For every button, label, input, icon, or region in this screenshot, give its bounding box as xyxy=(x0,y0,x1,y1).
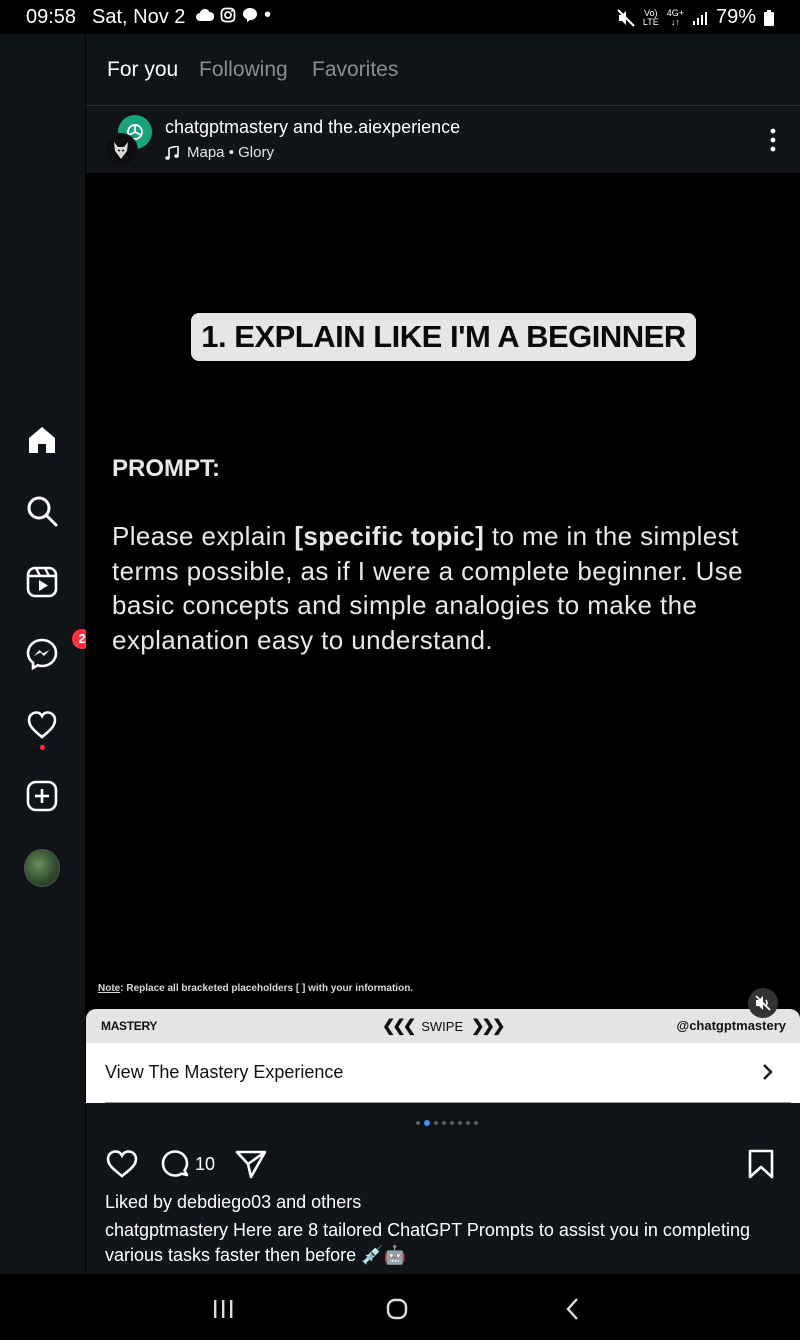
swipe-right-arrows-icon: ❯❯❯ xyxy=(471,1018,505,1035)
search-icon xyxy=(27,496,58,527)
liked-by[interactable]: Liked by debdiego03 and others xyxy=(105,1192,361,1213)
feed-tabs: For you Following Favorites xyxy=(86,34,800,106)
battery-icon xyxy=(764,9,774,26)
note-text: : Replace all bracketed placeholders [ ]… xyxy=(120,983,414,994)
post-header: chatgptmastery and the.aiexperience Mapa… xyxy=(86,107,800,173)
home-button-icon xyxy=(386,1298,408,1320)
nav-rail: 2 xyxy=(0,34,92,1274)
carousel-dot xyxy=(458,1121,462,1125)
media-footer-banner: MASTERY ❮❮❮ SWIPE ❯❯❯ @chatgptmastery xyxy=(86,1009,800,1043)
media-title: 1. EXPLAIN LIKE I'M A BEGINNER xyxy=(191,313,696,361)
comment-button[interactable]: 10 xyxy=(159,1148,215,1180)
heart-icon xyxy=(27,711,57,739)
post-actions: 10 xyxy=(86,1140,800,1190)
like-button[interactable] xyxy=(105,1148,139,1180)
notification-icons: • xyxy=(196,4,272,26)
system-icons: Vo) LTE 4G+ ↓↑ 79% xyxy=(617,6,774,29)
reels-icon xyxy=(26,566,58,598)
tab-following[interactable]: Following xyxy=(199,58,288,82)
system-navigation-bar xyxy=(0,1274,800,1340)
post-media[interactable]: 1. EXPLAIN LIKE I'M A BEGINNER PROMPT: P… xyxy=(86,173,800,1043)
recent-apps-icon xyxy=(214,1300,233,1318)
home-icon xyxy=(29,427,55,453)
carousel-dot xyxy=(416,1121,420,1125)
recent-apps-button[interactable] xyxy=(208,1294,238,1324)
carousel-dot xyxy=(434,1121,438,1125)
tab-for-you[interactable]: For you xyxy=(107,58,178,82)
chevron-right-icon xyxy=(763,1064,773,1080)
mute-toggle[interactable] xyxy=(748,988,778,1018)
media-brand-label: MASTERY xyxy=(101,1019,158,1033)
cta-divider xyxy=(105,1102,791,1103)
nav-messages[interactable]: 2 xyxy=(24,629,92,672)
share-button[interactable] xyxy=(234,1148,268,1180)
home-system-button[interactable] xyxy=(382,1294,412,1324)
nav-profile[interactable] xyxy=(24,849,60,887)
signal-icon xyxy=(692,11,707,25)
music-note-icon xyxy=(165,145,179,160)
author-avatar-aiexperience xyxy=(104,133,138,167)
save-button[interactable] xyxy=(746,1148,776,1180)
view-experience-cta[interactable]: View The Mastery Experience xyxy=(86,1043,800,1103)
notification-dot xyxy=(40,745,45,750)
carousel-dot xyxy=(466,1121,470,1125)
instagram-icon xyxy=(220,7,236,23)
battery-percent: 79% xyxy=(715,6,756,28)
bookmark-icon xyxy=(748,1149,774,1179)
more-options-icon[interactable] xyxy=(768,127,778,153)
nav-reels[interactable] xyxy=(24,564,60,600)
messenger-icon xyxy=(26,638,58,670)
carousel-dot xyxy=(450,1121,454,1125)
status-time: 09:58 xyxy=(26,6,77,28)
media-prompt-text: Please explain [specific topic] to me in… xyxy=(112,519,762,657)
carousel-dot xyxy=(474,1121,478,1125)
nav-search[interactable] xyxy=(24,493,60,529)
carousel-dot-active xyxy=(424,1120,430,1126)
volte-indicator: Vo) LTE xyxy=(642,8,659,27)
media-note: Note: Replace all bracketed placeholders… xyxy=(98,983,413,994)
main-feed: For you Following Favorites chatgptmaste… xyxy=(86,34,800,1274)
collab-avatars[interactable] xyxy=(104,115,156,167)
media-prompt-label: PROMPT: xyxy=(112,455,220,482)
media-handle: @chatgptmastery xyxy=(676,1018,786,1033)
profile-avatar xyxy=(24,849,60,887)
create-icon xyxy=(26,780,58,812)
send-icon xyxy=(235,1150,267,1179)
carousel-dot xyxy=(442,1121,446,1125)
post-caption[interactable]: chatgptmastery Here are 8 tailored ChatG… xyxy=(105,1218,765,1268)
swipe-label: SWIPE xyxy=(421,1018,464,1034)
lte-label: LTE xyxy=(642,16,659,27)
comment-icon xyxy=(161,1150,189,1177)
wolf-logo-icon xyxy=(114,142,128,159)
chat-icon xyxy=(243,8,257,22)
more-notifications-dot: • xyxy=(264,4,272,26)
carousel-indicator xyxy=(416,1120,478,1126)
back-icon xyxy=(566,1298,578,1320)
nav-create[interactable] xyxy=(24,778,60,814)
back-button[interactable] xyxy=(558,1294,588,1324)
heart-outline-icon xyxy=(106,1150,138,1178)
post-audio[interactable]: Mapa • Glory xyxy=(165,144,274,161)
note-label: Note xyxy=(98,983,121,994)
status-date: Sat, Nov 2 xyxy=(92,6,186,28)
nav-notifications[interactable] xyxy=(24,707,60,750)
nav-home[interactable] xyxy=(24,422,60,458)
network-indicator: 4G+ ↓↑ xyxy=(667,8,684,27)
mute-icon xyxy=(617,8,635,27)
prompt-text-before: Please explain xyxy=(112,521,295,551)
cloud-icon xyxy=(196,8,214,21)
cta-label: View The Mastery Experience xyxy=(105,1062,344,1082)
swipe-hint: ❮❮❮ SWIPE ❯❯❯ xyxy=(382,1016,505,1036)
data-arrows-icon: ↓↑ xyxy=(670,16,680,27)
volume-muted-icon xyxy=(755,995,771,1011)
prompt-placeholder: [specific topic] xyxy=(294,521,485,551)
audio-label: Mapa • Glory xyxy=(187,144,274,161)
swipe-left-arrows-icon: ❮❮❮ xyxy=(382,1018,416,1035)
tab-favorites[interactable]: Favorites xyxy=(312,58,398,82)
comment-count: 10 xyxy=(195,1153,216,1174)
status-bar: 09:58 Sat, Nov 2 • Vo) LTE 4G+ ↓↑ 79% xyxy=(0,0,800,34)
post-authors[interactable]: chatgptmastery and the.aiexperience xyxy=(165,117,460,138)
